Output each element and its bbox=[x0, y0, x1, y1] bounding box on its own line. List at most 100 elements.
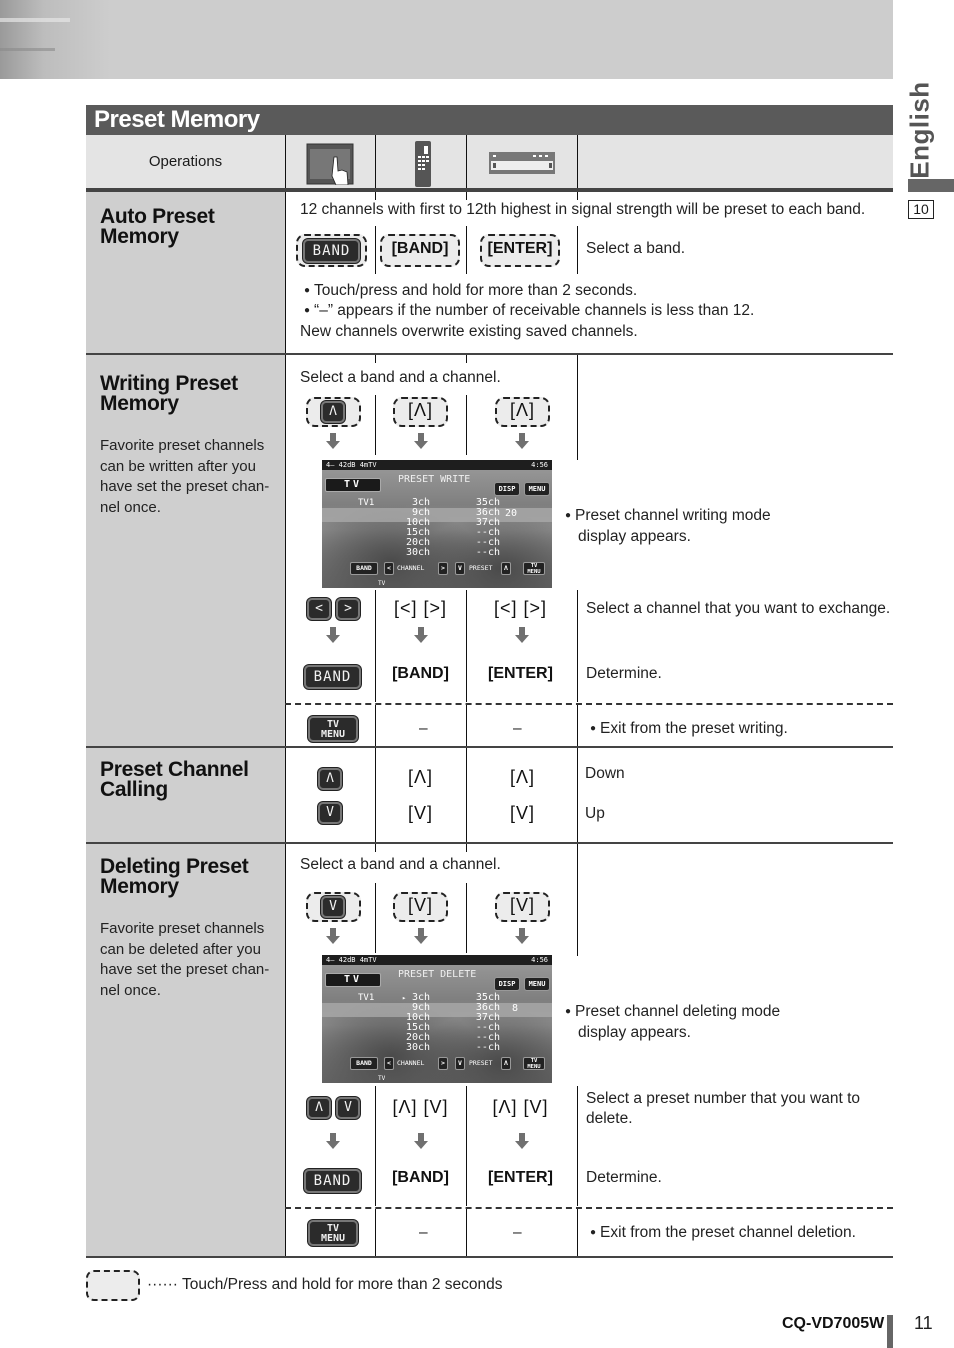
screen-preset-label: PRESET bbox=[469, 564, 493, 572]
screen-bridge bbox=[322, 508, 552, 522]
writing-screen-note: Preset channel writing mode bbox=[565, 507, 771, 525]
screen-preset-list-left: 3ch 9ch 10ch 15ch 20ch 30ch bbox=[406, 497, 431, 558]
remote-up-down-keys[interactable]: [Λ] [V] bbox=[378, 1097, 463, 1118]
remote-band-key[interactable]: [BAND] bbox=[380, 240, 460, 258]
down-arrow-icon bbox=[414, 928, 428, 944]
remote-prev-next-keys[interactable]: [<] [>] bbox=[378, 598, 463, 619]
column-divider bbox=[577, 844, 578, 956]
screen-tvmenu-button[interactable]: TV MENU bbox=[523, 562, 545, 575]
screen-footer-tag: TV bbox=[378, 1075, 386, 1082]
deleting-screen-note: display appears. bbox=[578, 1024, 691, 1041]
deleting-step2-action: Select a preset number that you want to bbox=[586, 1090, 860, 1107]
remote-control-icon bbox=[415, 141, 431, 187]
column-divider bbox=[375, 226, 376, 274]
up-touch-button[interactable]: Λ bbox=[321, 401, 345, 423]
unit-up-down-keys[interactable]: [Λ] [V] bbox=[478, 1097, 563, 1118]
unit-prev-next-keys[interactable]: [<] [>] bbox=[478, 598, 563, 619]
screen-down-button[interactable]: V bbox=[455, 1057, 465, 1070]
auto-preset-note: Touch/press and hold for more than 2 sec… bbox=[304, 282, 637, 300]
down-arrow-icon bbox=[326, 433, 340, 449]
remote-down-key[interactable]: [V] bbox=[378, 803, 463, 824]
column-divider bbox=[375, 590, 376, 702]
writing-preset-title: Writing Preset Memory bbox=[100, 372, 238, 415]
screen-clock: 4:56 bbox=[531, 956, 548, 964]
column-divider bbox=[375, 1209, 376, 1256]
down-touch-button[interactable]: V bbox=[321, 896, 345, 918]
column-divider bbox=[375, 395, 376, 455]
unit-up-key[interactable]: [Λ] bbox=[495, 400, 550, 421]
up-touch-button[interactable]: Λ bbox=[318, 768, 342, 790]
band-touch-button[interactable]: BAND bbox=[304, 1169, 361, 1193]
screen-down-button[interactable]: V bbox=[455, 562, 465, 575]
band-touch-button[interactable]: BAND bbox=[304, 665, 361, 689]
screen-up-button[interactable]: Λ bbox=[501, 562, 511, 575]
touch-panel-icon bbox=[306, 143, 354, 185]
down-arrow-icon bbox=[414, 433, 428, 449]
prev-touch-button[interactable]: < bbox=[307, 598, 331, 620]
screen-band-button[interactable]: BAND bbox=[350, 562, 378, 575]
screen-disp-button[interactable]: DISP bbox=[494, 977, 520, 991]
screen-status-bar: 4– 42dB 4mTV 4:56 bbox=[322, 460, 552, 470]
hold-legend-symbol bbox=[86, 1270, 140, 1301]
tv-menu-touch-button[interactable]: TV MENU bbox=[308, 716, 358, 742]
down-touch-button[interactable]: V bbox=[318, 802, 342, 824]
down-arrow-icon bbox=[515, 627, 529, 643]
remote-band-key[interactable]: [BAND] bbox=[378, 1169, 463, 1187]
screen-band-button[interactable]: BAND bbox=[350, 1057, 378, 1070]
screen-preset-list-right: 35ch 36ch 37ch --ch --ch --ch bbox=[475, 992, 500, 1053]
column-divider bbox=[375, 883, 376, 953]
remote-band-key[interactable]: [BAND] bbox=[378, 665, 463, 683]
screen-disp-button[interactable]: DISP bbox=[494, 482, 520, 496]
down-touch-button[interactable]: V bbox=[336, 1097, 360, 1119]
auto-preset-intro: 12 channels with first to 12th highest i… bbox=[300, 201, 866, 218]
remote-up-key[interactable]: [Λ] bbox=[393, 400, 448, 421]
screen-preset-list-left: 3ch 9ch 10ch 15ch 20ch 30ch bbox=[406, 992, 431, 1053]
unit-enter-key[interactable]: [ENTER] bbox=[480, 240, 560, 258]
down-arrow-icon bbox=[515, 1133, 529, 1149]
remote-down-key[interactable]: [V] bbox=[393, 895, 448, 916]
column-divider bbox=[466, 590, 467, 702]
screen-menu-button[interactable]: MENU bbox=[524, 482, 550, 496]
screen-prev-button[interactable]: < bbox=[384, 1057, 394, 1070]
up-touch-button[interactable]: Λ bbox=[307, 1097, 331, 1119]
screen-next-button[interactable]: > bbox=[438, 1057, 448, 1070]
next-touch-button[interactable]: > bbox=[336, 598, 360, 620]
column-divider bbox=[466, 192, 467, 200]
column-divider bbox=[466, 844, 467, 852]
remote-exit-none: – bbox=[419, 1224, 428, 1241]
column-divider bbox=[466, 1086, 467, 1206]
band-touch-button[interactable]: BAND bbox=[303, 239, 360, 263]
unit-down-key[interactable]: [V] bbox=[495, 895, 550, 916]
column-divider bbox=[375, 192, 376, 200]
deleting-preset-description: Favorite preset channels can be deleted … bbox=[100, 920, 270, 999]
unit-up-key[interactable]: [Λ] bbox=[480, 767, 565, 788]
screen-tvmenu-button[interactable]: TV MENU bbox=[523, 1057, 545, 1070]
page-number-bar bbox=[887, 1315, 893, 1348]
unit-enter-key[interactable]: [ENTER] bbox=[478, 1169, 563, 1187]
screen-prev-button[interactable]: < bbox=[384, 562, 394, 575]
column-divider bbox=[285, 192, 286, 356]
screen-source-label: TV bbox=[325, 478, 381, 492]
language-tab: English bbox=[905, 81, 935, 178]
unit-down-key[interactable]: [V] bbox=[480, 803, 565, 824]
remote-up-key[interactable]: [Λ] bbox=[378, 767, 463, 788]
writing-step2-action: Select a channel that you want to exchan… bbox=[586, 600, 891, 617]
screen-source-label: TV bbox=[325, 973, 381, 987]
screen-menu-button[interactable]: MENU bbox=[524, 977, 550, 991]
page-number: 11 bbox=[914, 1313, 933, 1333]
main-unit-icon bbox=[489, 152, 555, 174]
screen-status-bar: 4– 42dB 4mTV 4:56 bbox=[322, 955, 552, 965]
deleting-screen-note: Preset channel deleting mode bbox=[565, 1003, 780, 1021]
down-arrow-icon bbox=[414, 1133, 428, 1149]
screen-up-button[interactable]: Λ bbox=[501, 1057, 511, 1070]
screen-clock: 4:56 bbox=[531, 461, 548, 469]
screen-next-button[interactable]: > bbox=[438, 562, 448, 575]
column-divider bbox=[577, 590, 578, 702]
unit-enter-key[interactable]: [ENTER] bbox=[478, 665, 563, 683]
tv-menu-touch-button[interactable]: TV MENU bbox=[308, 1220, 358, 1246]
screen-preset-list-right: 35ch 36ch 37ch --ch --ch --ch bbox=[475, 497, 500, 558]
column-divider bbox=[285, 355, 286, 747]
column-divider bbox=[375, 135, 376, 188]
column-divider bbox=[466, 355, 467, 363]
column-divider bbox=[577, 705, 578, 747]
